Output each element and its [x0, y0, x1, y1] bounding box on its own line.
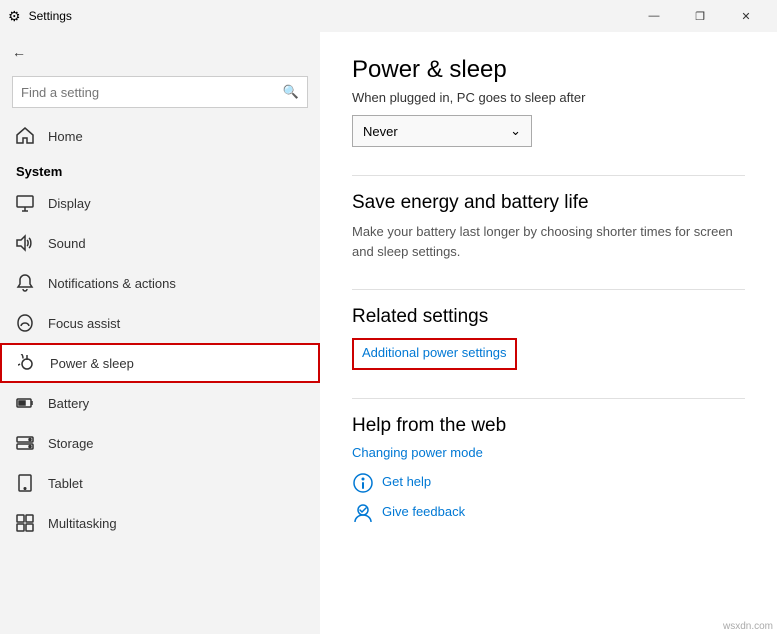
settings-icon: ⚙ [8, 8, 21, 25]
search-box[interactable]: 🔍 [12, 76, 308, 108]
display-icon [16, 194, 34, 212]
sidebar-item-label-display: Display [48, 196, 91, 211]
notifications-icon [16, 274, 34, 292]
multitasking-icon [16, 514, 34, 532]
battery-icon [16, 394, 34, 412]
close-button[interactable]: ✕ [723, 0, 769, 32]
additional-power-settings-link[interactable]: Additional power settings [362, 345, 507, 360]
related-settings-section: Related settings Additional power settin… [352, 306, 745, 370]
sidebar-item-label-battery: Battery [48, 396, 89, 411]
sidebar-item-label-home: Home [48, 129, 83, 144]
sidebar-item-notifications[interactable]: Notifications & actions [0, 263, 320, 303]
sidebar-item-tablet[interactable]: Tablet [0, 463, 320, 503]
search-icon: 🔍 [283, 84, 299, 100]
sidebar-item-label-focus: Focus assist [48, 316, 120, 331]
maximize-button[interactable]: ❐ [677, 0, 723, 32]
give-feedback-link[interactable]: Give feedback [382, 504, 465, 519]
sleep-dropdown[interactable]: Never ⌄ [352, 115, 532, 147]
power-sleep-section: Power & sleep When plugged in, PC goes t… [352, 56, 745, 147]
tablet-icon [16, 474, 34, 492]
sidebar-item-focus-assist[interactable]: Focus assist [0, 303, 320, 343]
web-link-row: Changing power mode [352, 445, 745, 464]
sidebar-nav-row: ← [0, 32, 320, 72]
focus-icon [16, 314, 34, 332]
sidebar-item-power-sleep[interactable]: Power & sleep [0, 343, 320, 383]
sidebar-item-label-tablet: Tablet [48, 476, 83, 491]
page-title: Power & sleep [352, 56, 745, 84]
get-help-link[interactable]: Get help [382, 474, 431, 489]
sidebar-item-storage[interactable]: Storage [0, 423, 320, 463]
divider-1 [352, 175, 745, 176]
sidebar-item-display[interactable]: Display [0, 183, 320, 223]
sidebar: ← 🔍 Home System [0, 32, 320, 634]
feedback-icon [352, 502, 374, 524]
related-settings-box: Additional power settings [352, 338, 517, 370]
watermark: wsxdn.com [723, 621, 773, 632]
sidebar-item-multitasking[interactable]: Multitasking [0, 503, 320, 543]
title-bar-left: ⚙ Settings [8, 8, 72, 25]
search-input[interactable] [21, 85, 283, 100]
sidebar-item-label-notifications: Notifications & actions [48, 276, 176, 291]
content-area: Power & sleep When plugged in, PC goes t… [320, 32, 777, 634]
sidebar-item-sound[interactable]: Sound [0, 223, 320, 263]
give-feedback-row: Give feedback [352, 502, 745, 524]
sleep-label: When plugged in, PC goes to sleep after [352, 90, 745, 105]
sound-icon [16, 234, 34, 252]
energy-description: Make your battery last longer by choosin… [352, 222, 745, 261]
main-container: ← 🔍 Home System [0, 32, 777, 634]
sidebar-item-home[interactable]: Home [0, 116, 320, 156]
related-settings-heading: Related settings [352, 306, 745, 328]
help-section: Help from the web Changing power mode Ge… [352, 415, 745, 524]
sidebar-item-battery[interactable]: Battery [0, 383, 320, 423]
changing-power-mode-link[interactable]: Changing power mode [352, 445, 483, 460]
storage-icon [16, 434, 34, 452]
minimize-button[interactable]: — [631, 0, 677, 32]
title-bar: ⚙ Settings — ❐ ✕ [0, 0, 777, 32]
power-icon [18, 354, 36, 372]
divider-2 [352, 289, 745, 290]
title-bar-controls: — ❐ ✕ [631, 0, 769, 32]
title-bar-title: Settings [29, 9, 72, 23]
back-button[interactable]: ← [12, 44, 26, 60]
chevron-down-icon: ⌄ [510, 123, 521, 139]
energy-heading: Save energy and battery life [352, 192, 745, 214]
energy-section: Save energy and battery life Make your b… [352, 192, 745, 261]
sidebar-section-label: System [0, 156, 320, 183]
get-help-row: Get help [352, 472, 745, 494]
sidebar-item-label-sound: Sound [48, 236, 86, 251]
sidebar-item-label-storage: Storage [48, 436, 94, 451]
get-help-icon [352, 472, 374, 494]
sidebar-item-label-power: Power & sleep [50, 356, 134, 371]
sidebar-item-label-multitasking: Multitasking [48, 516, 117, 531]
sleep-dropdown-value: Never [363, 124, 398, 139]
home-icon [16, 127, 34, 145]
divider-3 [352, 398, 745, 399]
help-heading: Help from the web [352, 415, 745, 437]
